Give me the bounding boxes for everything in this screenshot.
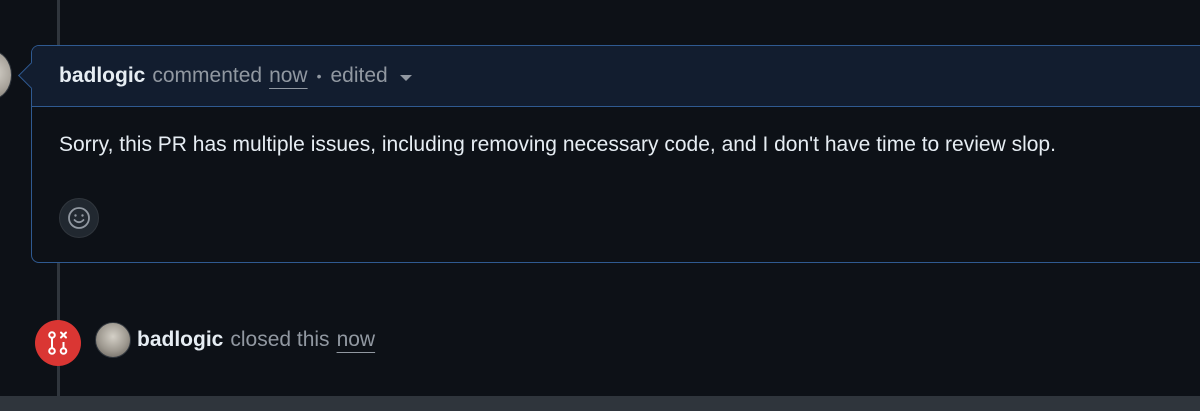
event-timestamp-link[interactable]: now (337, 328, 376, 352)
add-reaction-button[interactable] (59, 198, 99, 238)
bottom-scroll-bar[interactable] (0, 396, 1200, 411)
closed-event-row: badlogic closed this now (95, 322, 375, 358)
comment-timestamp-link[interactable]: now (269, 64, 308, 88)
comment-action-text: commented (152, 64, 263, 87)
comment-author-avatar[interactable] (0, 50, 12, 100)
comment-header: badlogic commented now • edited (32, 46, 1200, 107)
event-author-link[interactable]: badlogic (137, 328, 223, 352)
chevron-down-icon[interactable] (399, 75, 412, 81)
comment-card: badlogic commented now • edited Sorry, t… (18, 45, 1200, 263)
comment-body: Sorry, this PR has multiple issues, incl… (59, 133, 1056, 156)
event-action-text: closed this (230, 328, 330, 351)
comment-author-link[interactable]: badlogic (59, 64, 145, 88)
edited-dropdown-label[interactable]: edited (331, 64, 388, 88)
header-separator: • (316, 68, 322, 84)
event-author-avatar[interactable] (95, 322, 131, 358)
smiley-icon (68, 207, 90, 229)
git-pull-request-closed-icon (35, 320, 81, 366)
